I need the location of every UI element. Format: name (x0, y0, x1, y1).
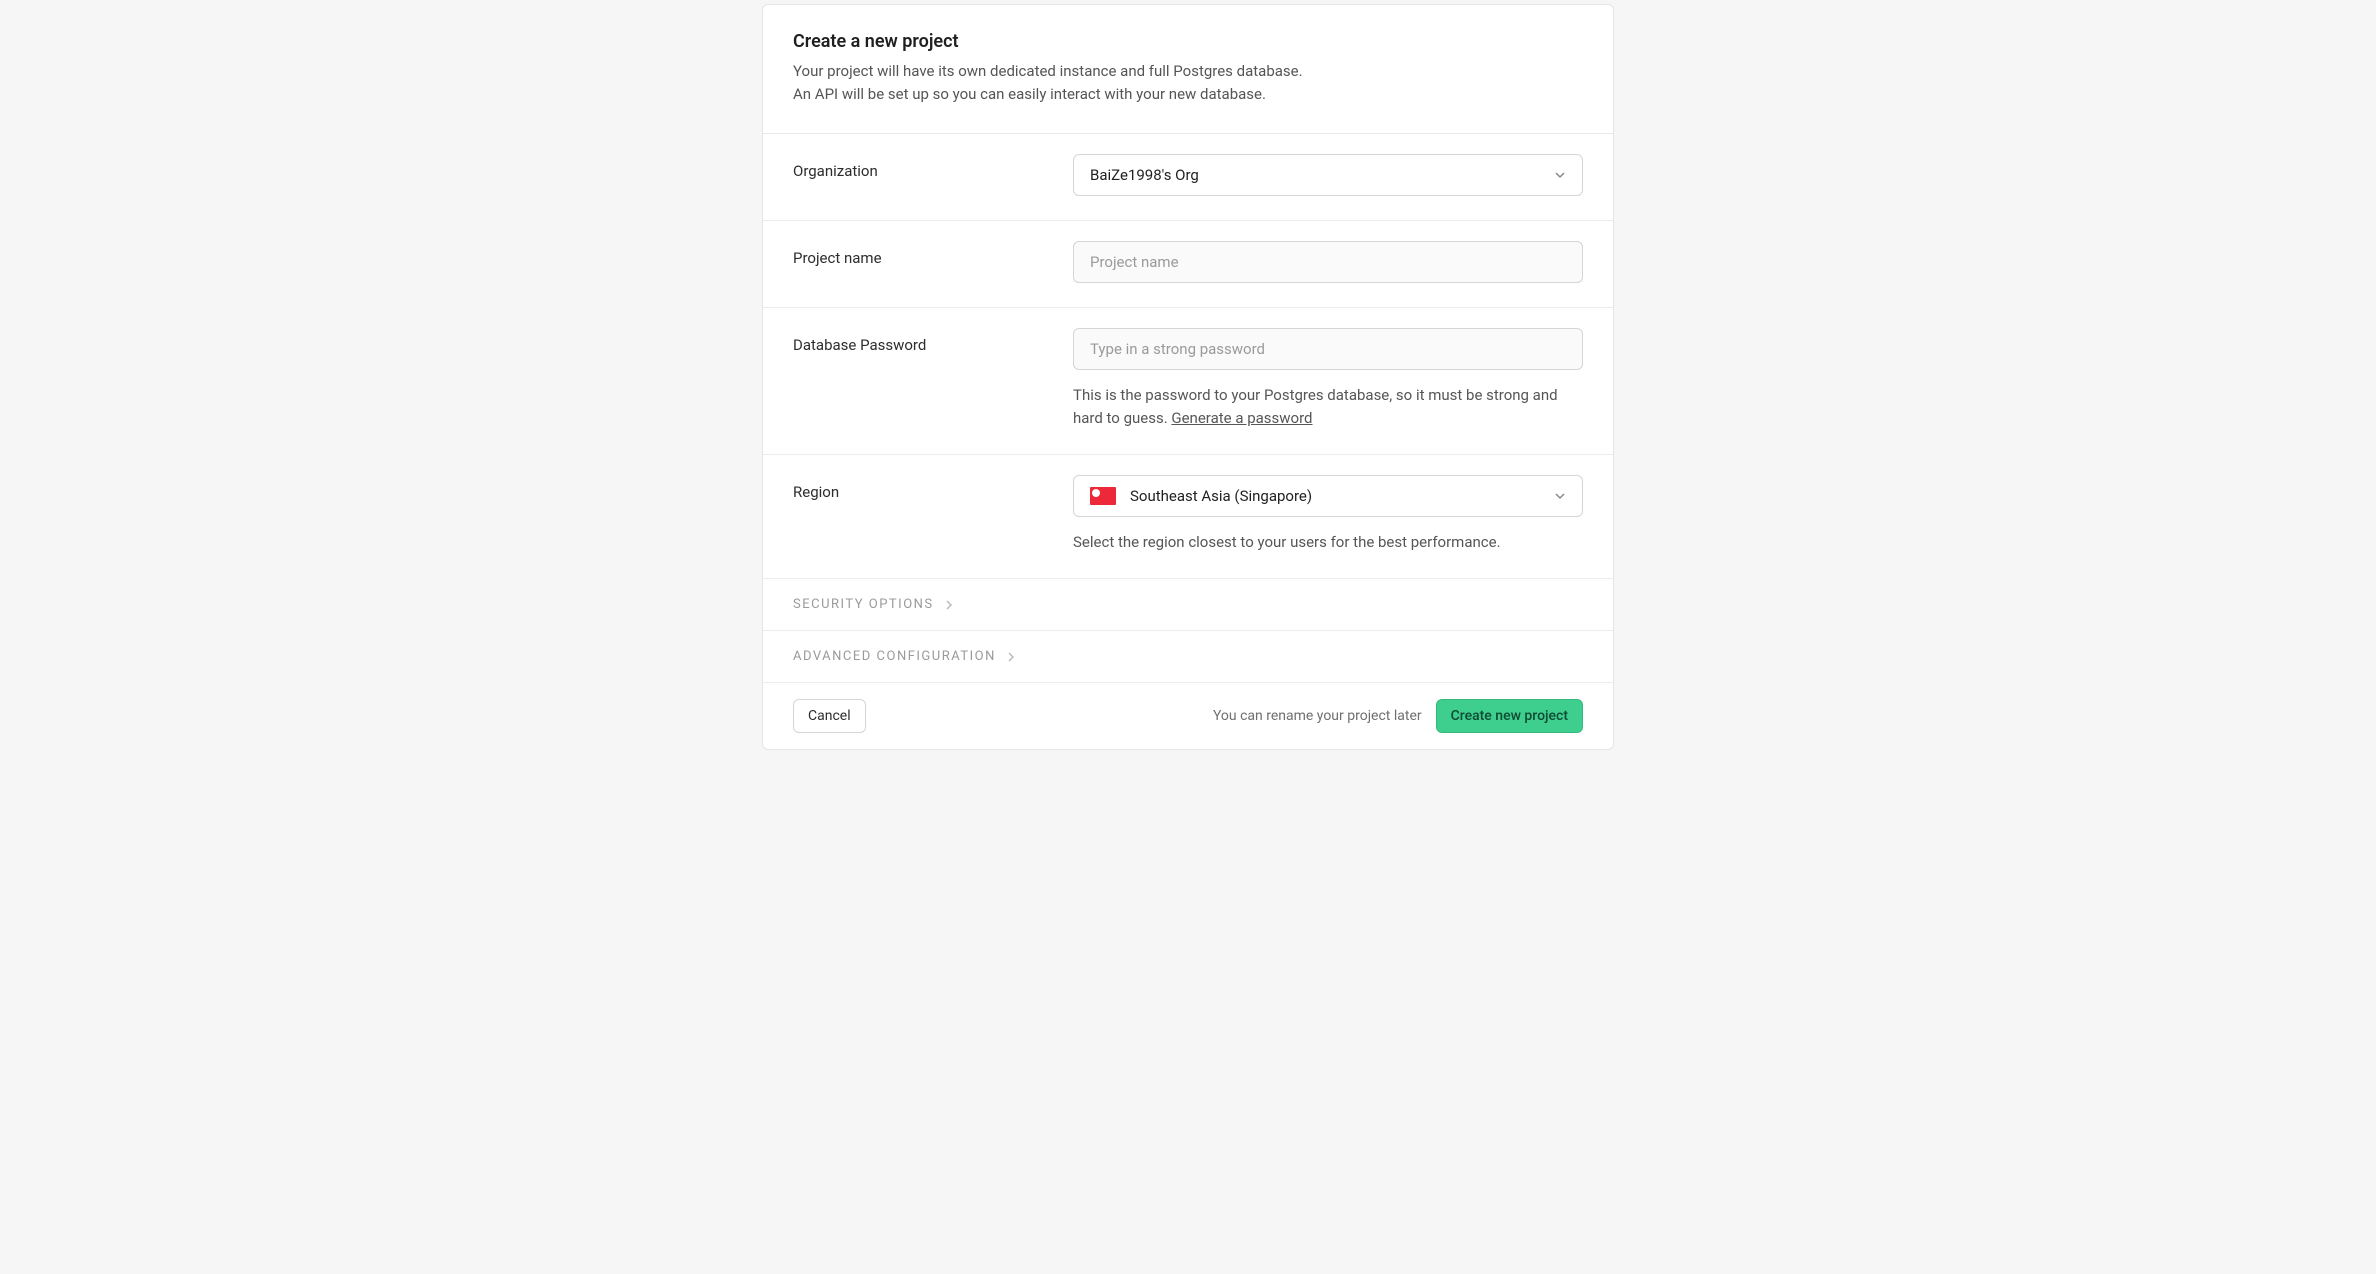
organization-label: Organization (793, 154, 1073, 180)
project-name-row: Project name (763, 221, 1613, 308)
region-row: Region Southeast Asia (Singapore) Select… (763, 455, 1613, 579)
card-header: Create a new project Your project will h… (763, 5, 1613, 134)
create-project-button[interactable]: Create new project (1436, 699, 1583, 733)
card-subtitle: Your project will have its own dedicated… (793, 60, 1583, 107)
chevron-down-icon (1554, 169, 1566, 181)
advanced-configuration-toggle[interactable]: ADVANCED CONFIGURATION (763, 631, 1613, 683)
organization-row: Organization BaiZe1998's Org (763, 134, 1613, 221)
subtitle-line-1: Your project will have its own dedicated… (793, 62, 1303, 80)
database-password-label: Database Password (793, 328, 1073, 354)
region-selected-value: Southeast Asia (Singapore) (1130, 487, 1312, 505)
chevron-down-icon (1554, 490, 1566, 502)
create-project-card: Create a new project Your project will h… (762, 4, 1614, 750)
database-password-input[interactable] (1073, 328, 1583, 370)
footer-hint: You can rename your project later (1213, 708, 1422, 724)
card-footer: Cancel You can rename your project later… (763, 683, 1613, 749)
organization-selected-value: BaiZe1998's Org (1090, 166, 1199, 184)
cancel-button[interactable]: Cancel (793, 699, 866, 733)
project-name-input[interactable] (1073, 241, 1583, 283)
card-title: Create a new project (793, 31, 1583, 52)
security-options-toggle[interactable]: SECURITY OPTIONS (763, 579, 1613, 631)
chevron-right-icon (1006, 652, 1016, 662)
database-password-control: This is the password to your Postgres da… (1073, 328, 1583, 431)
region-label: Region (793, 475, 1073, 501)
region-helper: Select the region closest to your users … (1073, 531, 1583, 554)
advanced-configuration-label: ADVANCED CONFIGURATION (793, 649, 996, 664)
region-select[interactable]: Southeast Asia (Singapore) (1073, 475, 1583, 517)
organization-control: BaiZe1998's Org (1073, 154, 1583, 196)
password-helper-text: This is the password to your Postgres da… (1073, 386, 1558, 427)
subtitle-line-2: An API will be set up so you can easily … (793, 85, 1266, 103)
security-options-label: SECURITY OPTIONS (793, 597, 934, 612)
generate-password-link[interactable]: Generate a password (1171, 409, 1312, 427)
organization-select[interactable]: BaiZe1998's Org (1073, 154, 1583, 196)
region-control: Southeast Asia (Singapore) Select the re… (1073, 475, 1583, 554)
singapore-flag-icon (1090, 487, 1116, 505)
database-password-row: Database Password This is the password t… (763, 308, 1613, 456)
database-password-helper: This is the password to your Postgres da… (1073, 384, 1583, 431)
project-name-control (1073, 241, 1583, 283)
chevron-right-icon (944, 600, 954, 610)
project-name-label: Project name (793, 241, 1073, 267)
